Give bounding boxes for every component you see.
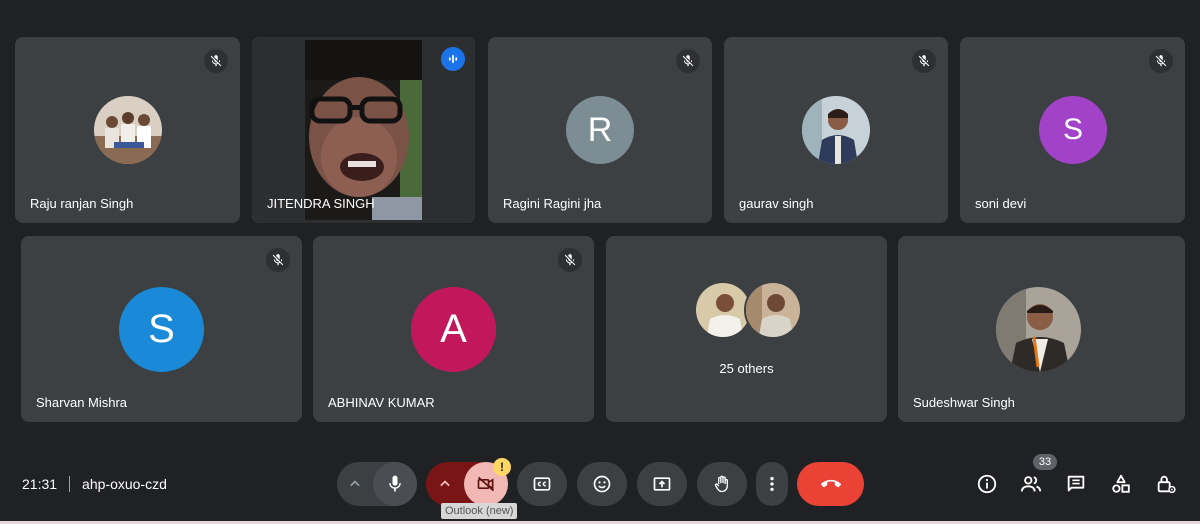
mic-off-icon (1149, 49, 1173, 73)
camera-off-icon (477, 476, 495, 492)
info-icon (977, 474, 997, 494)
mic-icon (389, 475, 401, 492)
participant-name: JITENDRA SINGH (267, 196, 375, 211)
call-end-icon (820, 479, 841, 488)
participant-name: Raju ranjan Singh (30, 196, 134, 211)
participant-name: ABHINAV KUMAR (328, 395, 435, 410)
more-options-button[interactable] (756, 462, 788, 506)
host-controls-button[interactable] (1154, 472, 1178, 496)
chevron-up-icon[interactable] (426, 462, 464, 506)
participant-tile-soni[interactable]: S soni devi (960, 37, 1185, 223)
avatar (744, 281, 802, 339)
audio-wave-icon (441, 47, 465, 71)
meeting-info: 21:31 ahp-oxuo-czd (22, 476, 167, 492)
participant-name: gaurav singh (739, 196, 814, 211)
participant-tile-others[interactable]: 25 others (606, 236, 887, 422)
avatar: R (566, 96, 634, 164)
participant-tile-gaurav[interactable]: gaurav singh (724, 37, 948, 223)
emoji-button[interactable] (577, 462, 627, 506)
activities-icon (1112, 474, 1130, 493)
chat-icon (1067, 475, 1085, 492)
participant-tile-jitendra[interactable]: JITENDRA SINGH (252, 37, 475, 223)
avatar: A (411, 287, 496, 372)
avatar (802, 96, 870, 164)
raise-hand-button[interactable] (697, 462, 747, 506)
participant-name: Ragini Ragini jha (503, 196, 602, 211)
participant-tile-ragini[interactable]: R Ragini Ragini jha (488, 37, 712, 223)
captions-button[interactable] (517, 462, 567, 506)
clock-time: 21:31 (22, 476, 58, 492)
participant-tile-abhinav[interactable]: A ABHINAV KUMAR (313, 236, 594, 422)
participant-tile-sudeshwar[interactable]: Sudeshwar Singh (898, 236, 1185, 422)
avatar (94, 96, 162, 164)
mic-button[interactable] (373, 462, 417, 506)
tooltip: Outlook (new) (441, 503, 518, 519)
people-icon (1020, 476, 1042, 492)
leave-call-button[interactable] (797, 462, 864, 506)
present-icon (653, 477, 671, 491)
participant-name: Sharvan Mishra (36, 395, 128, 410)
mic-off-icon (204, 49, 228, 73)
meeting-code: ahp-oxuo-czd (82, 476, 167, 492)
mic-off-icon (676, 49, 700, 73)
participant-name: soni devi (975, 196, 1027, 211)
participant-tile-sharvan[interactable]: S Sharvan Mishra (21, 236, 302, 422)
audio-control-group (337, 462, 417, 506)
chat-button[interactable] (1064, 472, 1088, 496)
activities-button[interactable] (1109, 472, 1133, 496)
mic-off-icon (266, 248, 290, 272)
mic-off-icon (558, 248, 582, 272)
captions-icon (533, 477, 551, 491)
mic-off-icon (912, 49, 936, 73)
avatar: S (1039, 96, 1107, 164)
present-button[interactable] (637, 462, 687, 506)
host-controls-icon (1157, 475, 1176, 494)
more-vert-icon (770, 476, 774, 492)
meeting-details-button[interactable] (975, 472, 999, 496)
participant-tile-raju[interactable]: Raju ranjan Singh (15, 37, 240, 223)
participant-count-badge: 33 (1033, 454, 1057, 470)
avatar (996, 287, 1081, 372)
avatar: S (119, 287, 204, 372)
chevron-up-icon[interactable] (337, 462, 373, 506)
others-count-label: 25 others (719, 361, 774, 376)
participant-name: Sudeshwar Singh (913, 395, 1015, 410)
divider (69, 476, 71, 492)
emoji-icon (593, 475, 611, 493)
people-button[interactable] (1019, 472, 1043, 496)
warning-icon: ! (493, 458, 511, 476)
hand-icon (714, 475, 728, 493)
